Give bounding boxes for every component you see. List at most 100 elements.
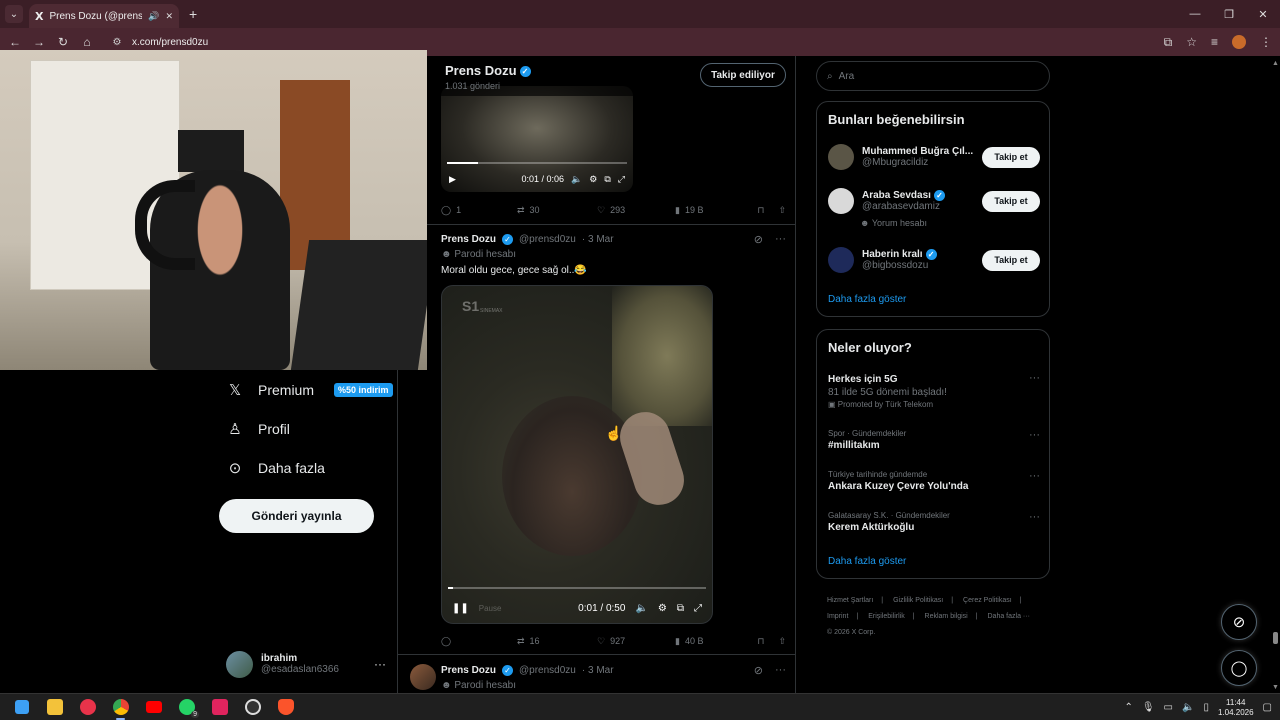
views-button[interactable]: ▮ 19 B bbox=[675, 205, 757, 216]
tweet-video[interactable]: ▶ 0:01 / 0:06 🔈 ⚙ ⧉ ⤢ bbox=[441, 86, 633, 192]
youtube-icon[interactable] bbox=[137, 694, 170, 720]
nav-item-premium[interactable]: 𝕏 Premium %50 indirim bbox=[218, 370, 398, 409]
battery-icon[interactable]: ▯ bbox=[1203, 702, 1209, 713]
tweet-video[interactable]: S1 SINEMAX ☝ ❚❚ Pause 0:01 / 0:50 🔈 ⚙ ⧉ … bbox=[441, 285, 713, 624]
footer-link[interactable]: Çerez Politikası bbox=[963, 597, 1012, 604]
bookmark-icon[interactable]: ⊓ bbox=[757, 636, 764, 647]
chrome-icon[interactable] bbox=[104, 694, 137, 720]
brave-icon[interactable] bbox=[269, 694, 302, 720]
pip-icon[interactable]: ⧉ bbox=[677, 603, 684, 614]
windows-start-icon[interactable] bbox=[5, 694, 38, 720]
minimize-icon[interactable]: — bbox=[1178, 0, 1212, 28]
network-icon[interactable]: ▭ bbox=[1164, 702, 1173, 713]
cast-icon[interactable]: ⧉ bbox=[1164, 35, 1173, 50]
reload-icon[interactable]: ↻ bbox=[51, 35, 75, 49]
share-icon[interactable]: ⇧ bbox=[778, 636, 786, 647]
volume-icon[interactable]: 🔈 bbox=[1182, 702, 1194, 713]
microphone-icon[interactable]: 🎙 bbox=[1142, 702, 1155, 713]
more-icon[interactable]: ··· bbox=[775, 233, 786, 246]
like-button[interactable]: ♡ 293 bbox=[597, 205, 675, 216]
forward-icon[interactable]: → bbox=[27, 35, 51, 49]
reply-button[interactable]: ◯ 1 bbox=[441, 205, 517, 216]
follow-button[interactable]: Takip et bbox=[982, 190, 1040, 212]
footer-link[interactable]: Reklam bilgisi bbox=[925, 613, 968, 620]
video-progress-bar[interactable] bbox=[447, 162, 627, 164]
scroll-up-icon[interactable]: ▲ bbox=[1272, 60, 1279, 67]
like-button[interactable]: ♡ 927 bbox=[597, 636, 675, 647]
footer-link[interactable]: Imprint bbox=[827, 613, 848, 620]
speaker-icon[interactable]: 🔊 bbox=[148, 11, 159, 22]
tweet-date[interactable]: · 3 Mar bbox=[582, 234, 614, 245]
tab-search-icon[interactable]: ⌄ bbox=[5, 5, 23, 23]
volume-icon[interactable]: 🔈 bbox=[635, 603, 647, 614]
new-tab-button[interactable]: + bbox=[189, 6, 197, 22]
avatar[interactable] bbox=[828, 144, 854, 170]
author-handle[interactable]: @prensd0zu bbox=[519, 665, 576, 676]
show-more-link[interactable]: Daha fazla göster bbox=[828, 294, 906, 305]
repost-button[interactable]: ⇄ 16 bbox=[517, 636, 597, 647]
trend-item[interactable]: Türkiye tarihinde gündemde Ankara Kuzey … bbox=[828, 470, 1040, 492]
user-name[interactable]: Haberin kralı ✓ bbox=[862, 248, 974, 260]
tweet-date[interactable]: · 3 Mar bbox=[582, 665, 614, 676]
list-item[interactable]: Muhammed Buğra Çıl... @Mbugracildiz Taki… bbox=[828, 140, 1040, 174]
profile-avatar[interactable] bbox=[1232, 35, 1246, 49]
avatar[interactable] bbox=[828, 188, 854, 214]
fullscreen-icon[interactable]: ⤢ bbox=[694, 603, 702, 614]
settings-icon[interactable]: ⚙ bbox=[658, 603, 667, 614]
more-icon[interactable]: ··· bbox=[775, 664, 786, 677]
footer-link[interactable]: Hizmet Şartları bbox=[827, 597, 873, 604]
author-name[interactable]: Prens Dozu bbox=[441, 234, 496, 245]
share-icon[interactable]: ⇧ bbox=[778, 205, 786, 216]
avatar[interactable] bbox=[828, 247, 854, 273]
pause-icon[interactable]: ❚❚ bbox=[452, 603, 469, 614]
more-icon[interactable]: ··· bbox=[1029, 511, 1040, 523]
more-icon[interactable]: ··· bbox=[1029, 372, 1040, 384]
author-handle[interactable]: @prensd0zu bbox=[519, 234, 576, 245]
user-name[interactable]: Muhammed Buğra Çıl... bbox=[862, 146, 974, 157]
following-button[interactable]: Takip ediliyor bbox=[700, 63, 786, 87]
chevron-up-icon[interactable]: ⌃ bbox=[1124, 702, 1132, 713]
scrollbar[interactable]: ▲ ▼ bbox=[1271, 56, 1279, 693]
bookmark-icon[interactable]: ⊓ bbox=[757, 205, 764, 216]
grok-button[interactable]: ⊘ bbox=[1221, 604, 1257, 640]
play-icon[interactable]: ▶ bbox=[449, 174, 456, 185]
home-icon[interactable]: ⌂ bbox=[75, 35, 99, 49]
close-tab-icon[interactable]: ✕ bbox=[165, 11, 173, 22]
notification-icon[interactable]: ▢ bbox=[1263, 702, 1272, 713]
follow-button[interactable]: Takip et bbox=[982, 249, 1040, 271]
video-progress-bar[interactable] bbox=[448, 587, 706, 589]
back-icon[interactable]: ← bbox=[3, 35, 27, 49]
settings-icon[interactable]: ⚙ bbox=[589, 174, 597, 185]
user-name[interactable]: Araba Sevdası ✓ bbox=[862, 189, 974, 201]
avatar[interactable] bbox=[410, 664, 436, 690]
more-icon[interactable]: ··· bbox=[1029, 429, 1040, 441]
more-icon[interactable]: ··· bbox=[1029, 470, 1040, 482]
account-switcher[interactable]: ibrahim @esadaslan6366 ··· bbox=[226, 648, 386, 680]
pip-icon[interactable]: ⧉ bbox=[604, 174, 610, 185]
media-player-icon[interactable] bbox=[71, 694, 104, 720]
grok-icon[interactable]: ⊘ bbox=[754, 233, 763, 246]
reply-button[interactable]: ◯ bbox=[441, 636, 517, 647]
fullscreen-icon[interactable]: ⤢ bbox=[618, 174, 625, 185]
obs-icon[interactable] bbox=[236, 694, 269, 720]
browser-tab[interactable]: X Prens Dozu (@prensd0zu) / 🔊 ✕ bbox=[29, 4, 179, 28]
file-explorer-icon[interactable] bbox=[38, 694, 71, 720]
more-icon[interactable]: ··· bbox=[374, 657, 386, 671]
scrollbar-thumb[interactable] bbox=[1273, 632, 1278, 644]
volume-icon[interactable]: 🔈 bbox=[571, 174, 582, 185]
footer-link[interactable]: Daha fazla ··· bbox=[988, 613, 1030, 620]
repost-button[interactable]: ⇄ 30 bbox=[517, 205, 597, 216]
nav-item-more[interactable]: ⊙ Daha fazla bbox=[218, 448, 398, 487]
author-name[interactable]: Prens Dozu bbox=[441, 665, 496, 676]
footer-link[interactable]: Gizlilik Politikası bbox=[893, 597, 943, 604]
list-item[interactable]: Haberin kralı ✓ @bigbossdozu Takip et bbox=[828, 243, 1040, 277]
scroll-down-icon[interactable]: ▼ bbox=[1272, 684, 1279, 691]
search-input[interactable]: ⌕ Ara bbox=[816, 61, 1050, 91]
post-button[interactable]: Gönderi yayınla bbox=[219, 499, 374, 533]
grok-icon[interactable]: ⊘ bbox=[754, 664, 763, 677]
show-more-link[interactable]: Daha fazla göster bbox=[828, 556, 906, 567]
footer-link[interactable]: Erişilebilirlik bbox=[868, 613, 905, 620]
follow-button[interactable]: Takip et bbox=[982, 146, 1040, 168]
close-window-icon[interactable]: ✕ bbox=[1246, 0, 1280, 28]
restore-icon[interactable]: ❐ bbox=[1212, 0, 1246, 28]
